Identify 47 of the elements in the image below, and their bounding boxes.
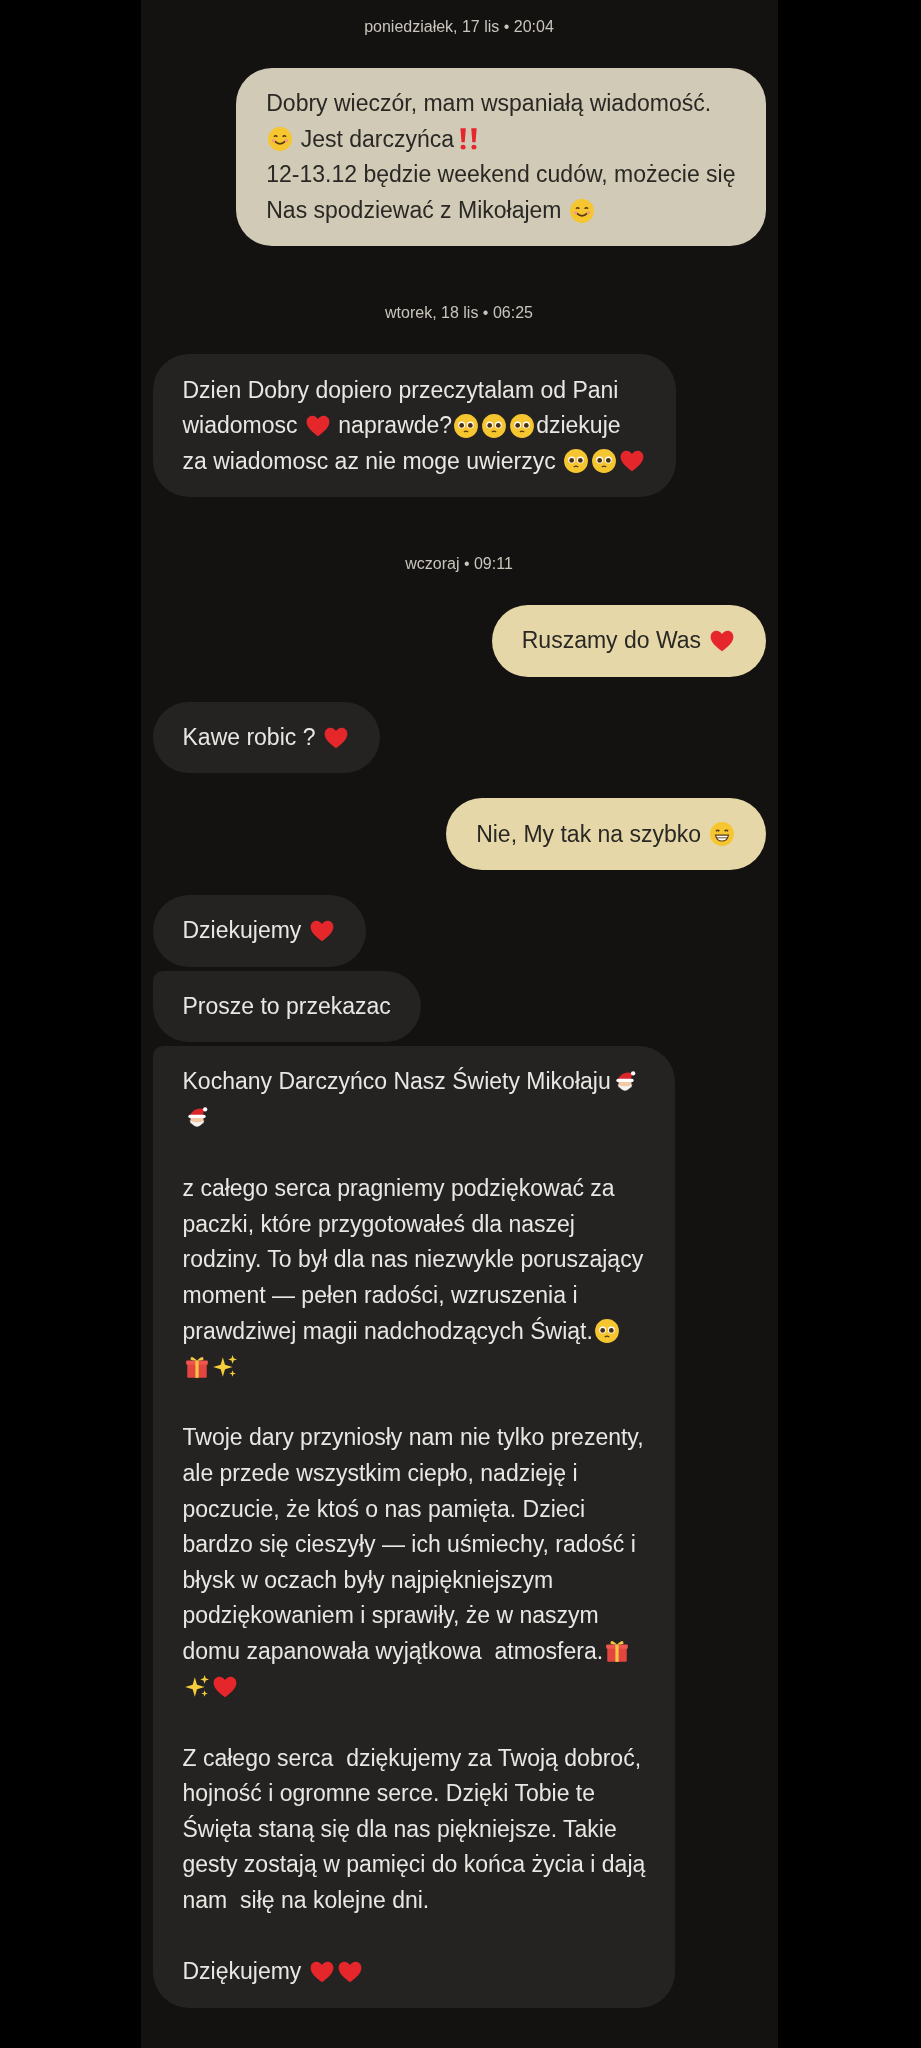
pleading-face-icon [453,412,480,439]
message-text: Z całego serca dziękujemy za Twoją dobroć, [182,1744,642,1772]
heart-icon [211,1674,238,1700]
message-text: nam siłę na kolejne dni. [182,1887,430,1915]
date-separator: poniedziałek, 17 lis • 20:04 [364,17,554,37]
message-text: Dziękujemy [182,1958,303,1986]
pleading-face-icon [509,412,536,439]
message-text: podziękowaniem i sprawiły, że w naszym [182,1602,599,1630]
message-text: bardzo się cieszyły — ich uśmiechy, radość i [182,1531,636,1559]
gift-icon [604,1638,631,1665]
smiling-face-icon [568,197,595,224]
message-text: Dobry wieczór, mam wspaniałą wiadomość. [266,90,712,118]
message-text: wiadomosc [182,412,299,440]
pleading-face-icon [563,448,590,475]
message-text: Nie, My tak na szybko [476,820,703,848]
message-text: 12-13.12 będzie weekend cudów, możecie się [266,161,736,189]
message-text: poczucie, że ktoś o nas pamięta. Dzieci [182,1495,586,1523]
message-text: Kawe robic ? [182,724,317,752]
message-text: Dziekujemy [182,917,303,945]
pleading-face-icon [593,1318,620,1345]
message-text: prawdziwej magii nadchodzących Świąt. [182,1317,593,1345]
message-text: domu zapanowała wyjątkowa atmosfera. [182,1637,604,1665]
message-text: Jest darczyńca [299,125,455,153]
message-text: paczki, które przygotowałeś dla naszej [182,1210,575,1238]
message-text: gesty zostają w pamięci do końca życia i dają [182,1851,646,1879]
pleading-face-icon [481,412,508,439]
message-text: hojność i ogromne serce. Dzięki Tobie te [182,1780,595,1808]
message-text: Dzien Dobry dopiero przeczytalam od Pani [182,376,619,404]
message-text: Nas spodziewać z Mikołajem [266,197,563,225]
message-text: rodziny. To był dla nas niezwykle poruszający [182,1246,644,1274]
message-text: Święta staną się dla nas piękniejsze. Takie [182,1815,617,1843]
grinning-face-icon [708,821,735,848]
message-text: Ruszamy do Was [521,627,703,655]
message-text: za wiadomosc az nie moge uwierzyc [182,447,557,475]
message-text: ale przede wszystkim ciepło, nadzieję i [182,1459,578,1487]
pleading-face-icon [591,448,618,475]
message-text: Prosze to przekazac [182,992,391,1020]
message-text: naprawde? [337,412,453,440]
message-text: Kochany Darczyńco Nasz Świety Mikołaju [182,1068,611,1096]
smiling-face-icon [267,126,294,153]
message-text: z całego serca pragniemy podziękować za [182,1175,615,1203]
message-text: Twoje dary przyniosły nam nie tylko prezenty, [182,1424,644,1452]
message-text: błysk w oczach były najpiękniejszym [182,1566,554,1594]
date-separator: wczoraj • 09:11 [405,554,513,575]
date-separator: wtorek, 18 lis • 06:25 [385,303,533,324]
message-text: moment — pełen radości, wzruszenia i [182,1282,578,1309]
message-text: dziekuje [536,412,621,440]
